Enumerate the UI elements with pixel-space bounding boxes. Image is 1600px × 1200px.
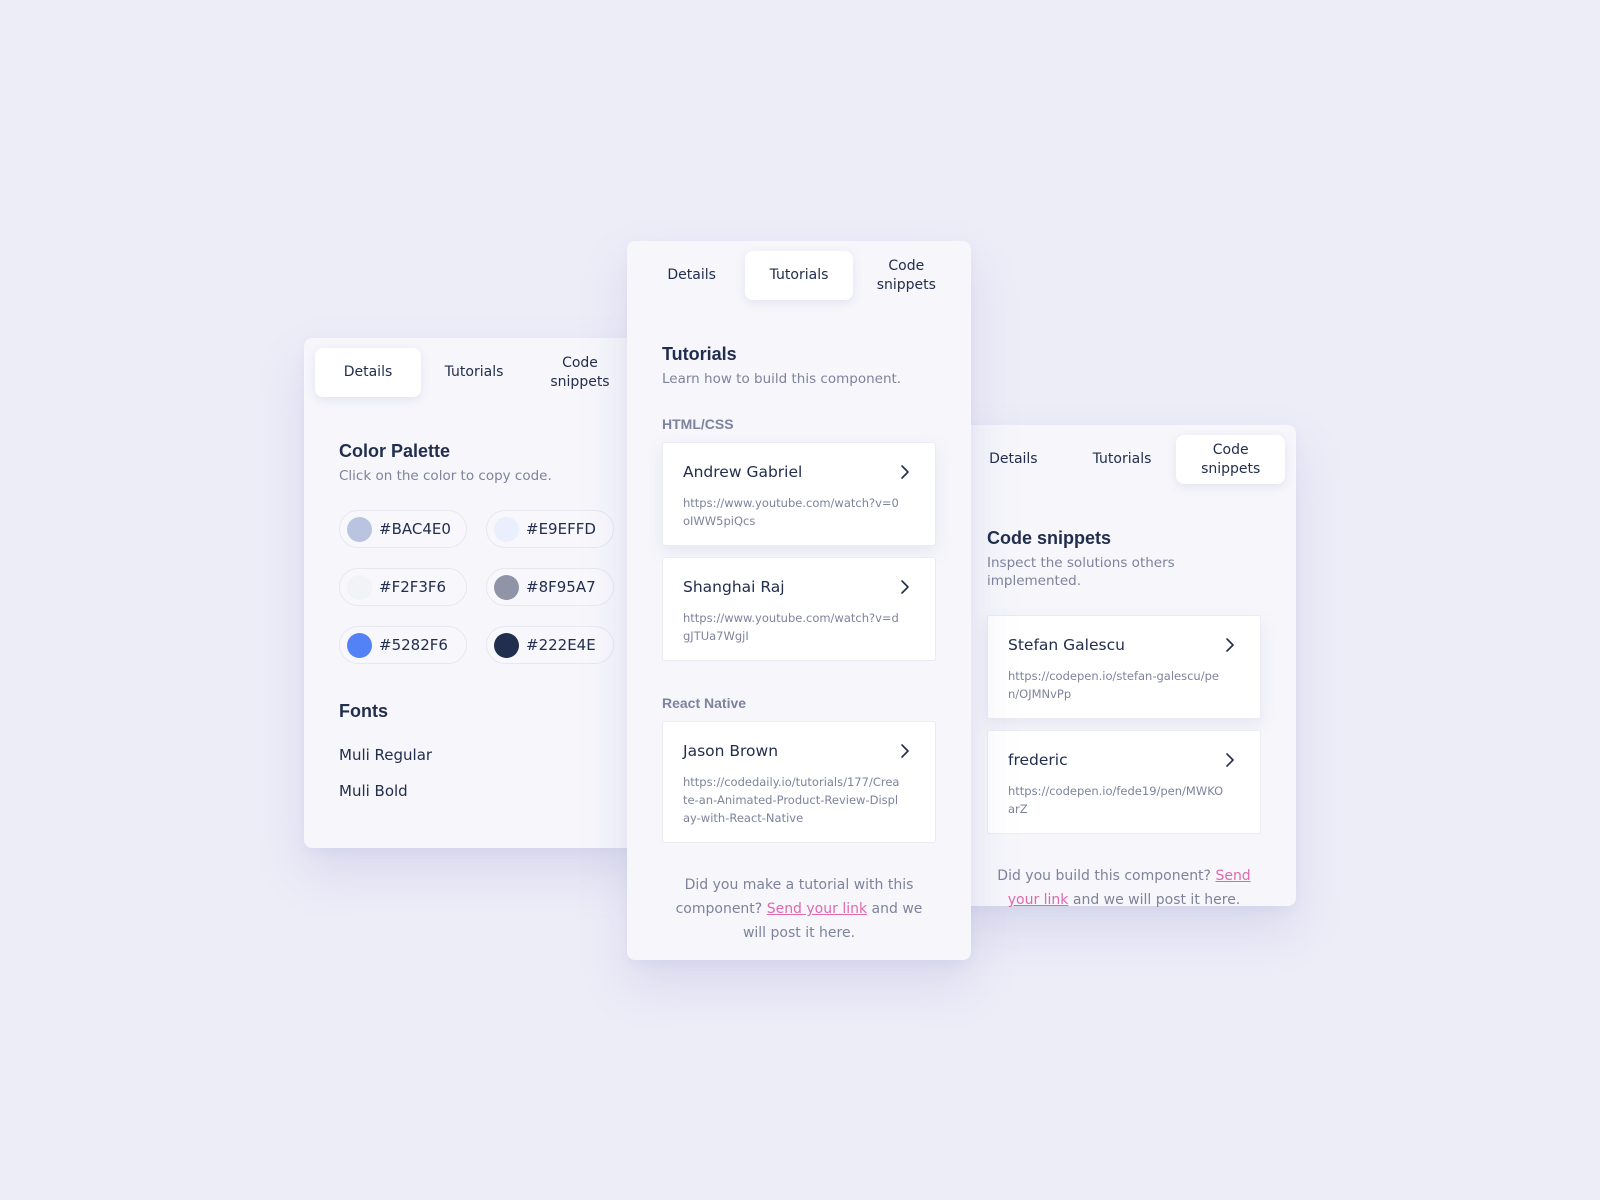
color-dot (494, 632, 519, 658)
snippet-link-card[interactable]: Stefan Galescu https://codepen.io/stefan… (987, 615, 1261, 719)
tutorials-subtitle: Learn how to build this component. (662, 371, 902, 387)
color-swatch[interactable]: #BAC4E0 (339, 510, 467, 548)
tab-bar: Details Tutorials Code snippets (315, 348, 633, 397)
snippet-url[interactable]: https://codepen.io/fede19/pen/MWKOarZ (1008, 782, 1240, 818)
color-swatch[interactable]: #8F95A7 (486, 568, 614, 606)
color-dot (494, 574, 519, 600)
color-code: #E9EFFD (526, 520, 596, 538)
chevron-right-icon (901, 744, 909, 758)
code-snippets-subtitle: Inspect the solutions others implemented… (987, 555, 1175, 589)
chevron-right-icon (1226, 638, 1234, 652)
group-label-html-css: HTML/CSS (662, 416, 734, 432)
color-code: #5282F6 (379, 636, 448, 654)
font-item-regular: Muli Regular (339, 746, 433, 764)
tab-bar: Details Tutorials Code snippets (638, 251, 960, 300)
tab-code-snippets[interactable]: Code snippets (527, 348, 633, 397)
code-snippets-content: Code snippets Inspect the solutions othe… (987, 527, 1261, 912)
color-code: #F2F3F6 (379, 578, 447, 596)
tutorial-link-card[interactable]: Jason Brown https://codedaily.io/tutoria… (662, 721, 936, 843)
tab-details[interactable]: Details (959, 435, 1068, 484)
fonts-title: Fonts (339, 701, 388, 721)
footer-text-before: Did you build this component? (997, 868, 1211, 884)
details-card: Details Tutorials Code snippets Color Pa… (304, 338, 644, 848)
tab-tutorials[interactable]: Tutorials (1068, 435, 1177, 484)
color-dot (347, 632, 372, 658)
color-code: #8F95A7 (526, 578, 596, 596)
color-swatch[interactable]: #222E4E (486, 626, 614, 664)
color-dot (347, 574, 372, 600)
tutorial-author: Shanghai Raj (683, 578, 785, 596)
group-label-react-native: React Native (662, 695, 747, 711)
color-swatch[interactable]: #E9EFFD (486, 510, 614, 548)
color-code: #222E4E (526, 636, 596, 654)
tutorial-url[interactable]: https://codedaily.io/tutorials/177/Creat… (683, 773, 915, 827)
details-content: Color Palette Click on the color to copy… (339, 440, 614, 800)
tutorials-title: Tutorials (662, 344, 737, 364)
tutorial-author: Jason Brown (683, 742, 779, 760)
snippet-url[interactable]: https://codepen.io/stefan-galescu/pen/OJ… (1008, 667, 1240, 703)
snippet-author: frederic (1008, 751, 1068, 769)
color-swatch[interactable]: #F2F3F6 (339, 568, 467, 606)
tab-details[interactable]: Details (638, 251, 745, 300)
tab-details[interactable]: Details (315, 348, 421, 397)
color-code: #BAC4E0 (379, 520, 451, 538)
tutorial-link-card[interactable]: Andrew Gabriel https://www.youtube.com/w… (662, 442, 936, 546)
color-swatch[interactable]: #5282F6 (339, 626, 467, 664)
color-palette-subtitle: Click on the color to copy code. (339, 468, 552, 484)
footer-text-after: and we will post it here. (1072, 892, 1241, 908)
tab-tutorials[interactable]: Tutorials (421, 348, 527, 397)
tutorial-author: Andrew Gabriel (683, 463, 803, 481)
color-swatch-grid: #BAC4E0 #E9EFFD #F2F3F6 #8F95A7 #5282F6 … (339, 510, 614, 664)
tab-code-snippets[interactable]: Code snippets (1176, 435, 1286, 484)
tab-tutorials[interactable]: Tutorials (745, 251, 853, 300)
chevron-right-icon (901, 580, 909, 594)
color-dot (494, 516, 519, 542)
tutorial-url[interactable]: https://www.youtube.com/watch?v=dgJTUa7W… (683, 609, 915, 645)
snippet-link-card[interactable]: frederic https://codepen.io/fede19/pen/M… (987, 730, 1261, 834)
color-palette-title: Color Palette (339, 441, 451, 461)
code-snippets-card: Details Tutorials Code snippets Code sni… (948, 425, 1296, 908)
send-link-button[interactable]: Send your link (767, 901, 867, 917)
code-snippets-title: Code snippets (987, 528, 1112, 548)
tutorials-card: Details Tutorials Code snippets Tutorial… (627, 241, 971, 960)
tutorial-link-card[interactable]: Shanghai Raj https://www.youtube.com/wat… (662, 557, 936, 661)
color-dot (347, 516, 372, 542)
chevron-right-icon (901, 465, 909, 479)
snippets-footer-note: Did you build this component? Send your … (987, 864, 1261, 912)
tab-code-snippets[interactable]: Code snippets (853, 251, 960, 300)
tutorials-footer-note: Did you make a tutorial with this compon… (662, 873, 936, 945)
tutorials-content: Tutorials Learn how to build this compon… (662, 343, 936, 945)
font-item-bold: Muli Bold (339, 782, 408, 800)
tutorial-url[interactable]: https://www.youtube.com/watch?v=0oIWW5pi… (683, 494, 915, 530)
tab-bar: Details Tutorials Code snippets (959, 435, 1286, 484)
snippet-author: Stefan Galescu (1008, 636, 1125, 654)
chevron-right-icon (1226, 753, 1234, 767)
